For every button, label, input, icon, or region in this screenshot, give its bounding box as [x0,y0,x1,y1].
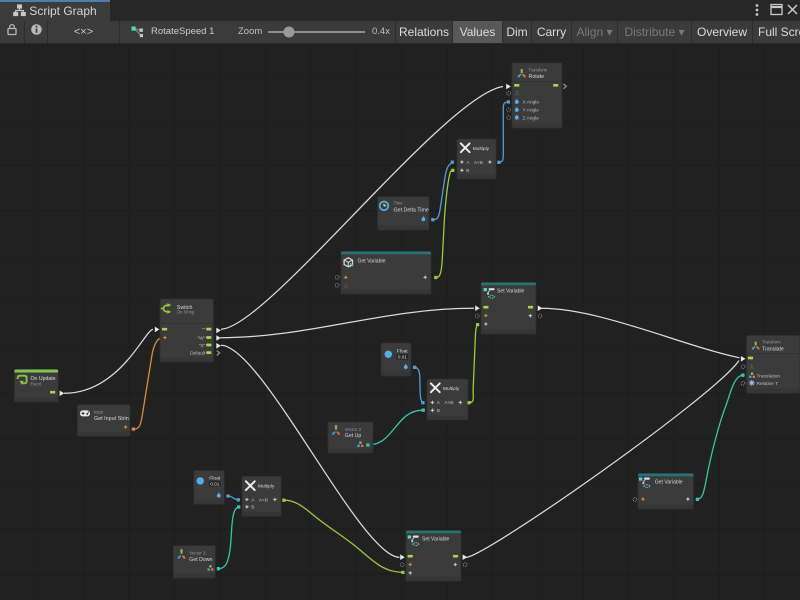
svg-text:Get Down: Get Down [189,557,212,563]
svg-text:Multiply: Multiply [443,386,460,392]
svg-text:Relative T: Relative T [757,381,779,387]
svg-text:A×B: A×B [259,497,268,503]
svg-text:Transform: Transform [762,340,781,345]
svg-text:Float: Float [397,349,409,355]
svg-text:Vector 3: Vector 3 [345,427,362,432]
svg-text:Input: Input [94,409,104,414]
svg-text:A×B: A×B [444,400,453,406]
svg-text:Get Input Strin: Get Input Strin [94,416,129,422]
svg-text:Get Delta Time: Get Delta Time [394,207,429,213]
svg-text:Event: Event [31,381,42,386]
svg-text:"S": "S" [199,343,206,349]
svg-text:Default: Default [190,351,206,357]
svg-text:Multiply: Multiply [473,146,490,152]
svg-text:Time: Time [394,200,404,205]
svg-text:Get Variable: Get Variable [655,479,683,485]
svg-text:"": "" [202,327,206,333]
svg-text:On String: On String [177,309,195,314]
svg-text:Float: Float [209,475,221,481]
svg-text:X Angle: X Angle [523,100,540,106]
svg-text:Y Angle: Y Angle [523,108,540,114]
svg-text:Multiply: Multiply [258,484,275,490]
svg-text:Get Up: Get Up [345,433,362,439]
svg-text:B: B [251,505,254,511]
svg-text:Translate: Translate [762,347,784,353]
svg-text:Get Variable: Get Variable [358,258,386,264]
svg-text:B: B [437,408,440,414]
svg-text:Set Variable: Set Variable [497,288,525,294]
svg-text:Transform: Transform [529,68,548,73]
svg-text:0.01: 0.01 [398,355,407,360]
svg-text:"W": "W" [197,335,205,341]
svg-text:Set Variable: Set Variable [422,536,450,542]
svg-text:Rotate: Rotate [529,74,545,80]
svg-text:Translation: Translation [757,373,781,379]
svg-text:0.01: 0.01 [210,482,219,487]
svg-text:A×B: A×B [474,160,483,166]
svg-text:Vector 3: Vector 3 [189,551,206,556]
svg-text:Z Angle: Z Angle [523,115,540,121]
svg-text:B: B [466,168,469,174]
